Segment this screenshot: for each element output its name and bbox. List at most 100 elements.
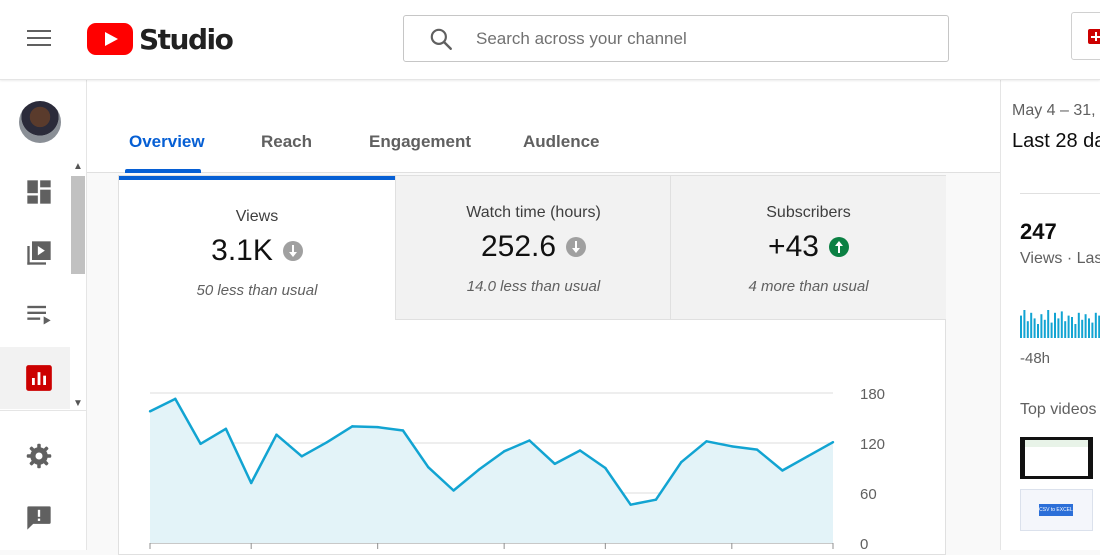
realtime-bar	[1050, 322, 1053, 338]
date-range[interactable]: May 4 – 31, 2	[1012, 102, 1100, 120]
analytics-tabs: Overview Reach Engagement Audlence	[87, 80, 1000, 173]
views-point	[401, 429, 405, 432]
views-point	[300, 455, 303, 458]
views-point	[705, 440, 708, 443]
realtime-bar	[1043, 319, 1046, 338]
views-point	[528, 439, 531, 442]
sidebar: ▲ ▼	[0, 80, 87, 550]
playlist-icon[interactable]	[25, 300, 53, 328]
views-point	[806, 455, 809, 458]
y-tick-label: 60	[860, 486, 877, 503]
realtime-bar	[1030, 312, 1033, 338]
realtime-bar	[1084, 314, 1087, 338]
views-point	[730, 445, 734, 448]
realtime-bar	[1040, 314, 1043, 338]
realtime-bar	[1047, 310, 1050, 338]
metric-note: 14.0 less than usual	[466, 278, 601, 295]
metric-value: 252.6	[480, 230, 557, 263]
tab-audience[interactable]: Audlence	[523, 132, 600, 152]
metric-value: +43	[768, 230, 819, 263]
period-selector[interactable]: Last 28 da	[1012, 130, 1100, 153]
views-point	[553, 462, 556, 466]
realtime-bar	[1094, 312, 1097, 338]
metric-title: Views	[235, 208, 279, 225]
search-icon	[430, 28, 452, 50]
avatar[interactable]	[19, 101, 61, 143]
views-point	[578, 449, 582, 452]
sidebar-divider	[0, 410, 86, 411]
scroll-down-icon[interactable]: ▼	[73, 399, 83, 409]
y-tick-label: 120	[860, 436, 885, 453]
views-point	[351, 425, 354, 428]
views-point	[680, 460, 683, 464]
views-point	[502, 450, 506, 453]
y-tick-label: 0	[860, 536, 868, 550]
views-point	[831, 440, 835, 444]
scrollbar-thumb[interactable]	[71, 176, 85, 274]
feedback-icon[interactable]	[25, 504, 53, 532]
views-point	[755, 448, 759, 451]
gear-icon[interactable]	[25, 442, 53, 470]
realtime-bar	[1023, 310, 1026, 338]
realtime-time-label: -48h	[1020, 350, 1051, 367]
realtime-bar	[1088, 318, 1090, 338]
views-point	[249, 481, 253, 485]
realtime-bar	[1057, 318, 1060, 338]
realtime-bar	[1037, 324, 1039, 338]
realtime-count: 247	[1020, 219, 1057, 244]
views-point	[148, 410, 152, 413]
video-thumbnail[interactable]: CSV to EXCEL	[1020, 489, 1093, 531]
scroll-up-icon[interactable]: ▲	[73, 162, 83, 172]
create-button[interactable]	[1071, 12, 1100, 60]
video-library-icon[interactable]	[25, 239, 53, 267]
realtime-bar	[1026, 321, 1029, 338]
metric-watch-time[interactable]: Watch time (hours) 252.6 14.0 less than …	[395, 176, 671, 320]
views-point	[275, 433, 278, 436]
views-point	[325, 440, 329, 444]
search-box[interactable]	[403, 15, 949, 62]
divider	[1020, 193, 1100, 194]
arrow-up-icon	[828, 237, 849, 257]
realtime-label: Views · Las	[1020, 250, 1100, 267]
top-bar: Studio	[0, 0, 1100, 80]
y-tick-label: 180	[860, 386, 885, 403]
views-point	[376, 425, 379, 429]
views-point	[199, 442, 202, 446]
tab-overview[interactable]: Overview	[129, 132, 205, 152]
active-tab-indicator	[125, 169, 201, 173]
tab-engagement[interactable]: Engagement	[369, 132, 471, 152]
realtime-bar	[1064, 321, 1067, 338]
views-point	[477, 468, 481, 471]
dashboard-icon[interactable]	[25, 178, 53, 206]
views-point	[629, 503, 632, 506]
logo-text: Studio	[139, 22, 234, 56]
views-point	[781, 469, 784, 472]
realtime-bar	[1054, 312, 1056, 338]
tab-reach[interactable]: Reach	[261, 132, 312, 152]
realtime-bar	[1067, 315, 1070, 338]
arrow-down-icon	[282, 241, 303, 261]
metric-views[interactable]: Views 3.1K 50 less than usual	[119, 176, 395, 320]
video-thumbnail[interactable]	[1020, 437, 1093, 479]
realtime-bar	[1077, 312, 1080, 338]
views-point	[174, 397, 177, 401]
youtube-logo-icon	[87, 23, 133, 55]
views-point	[654, 498, 658, 501]
realtime-bar	[1091, 322, 1094, 338]
realtime-bars	[1020, 310, 1100, 338]
metric-note: 50 less than usual	[196, 282, 318, 299]
realtime-bar	[1074, 324, 1077, 338]
metric-subscribers[interactable]: Subscribers +43 4 more than usual	[670, 176, 946, 320]
metric-value: 3.1K	[211, 234, 273, 267]
metric-note: 4 more than usual	[748, 278, 869, 295]
studio-logo[interactable]: Studio	[87, 22, 234, 56]
menu-icon[interactable]	[27, 30, 51, 48]
top-videos-label: Top videos	[1020, 401, 1097, 418]
analytics-icon[interactable]	[25, 364, 53, 392]
search-input[interactable]	[476, 25, 936, 53]
thumbnail-text: CSV to EXCEL	[1039, 504, 1073, 516]
metric-title: Subscribers	[766, 204, 851, 221]
views-point	[604, 466, 607, 470]
views-point	[452, 489, 455, 492]
views-chart: 180 120 60 0	[148, 386, 885, 550]
